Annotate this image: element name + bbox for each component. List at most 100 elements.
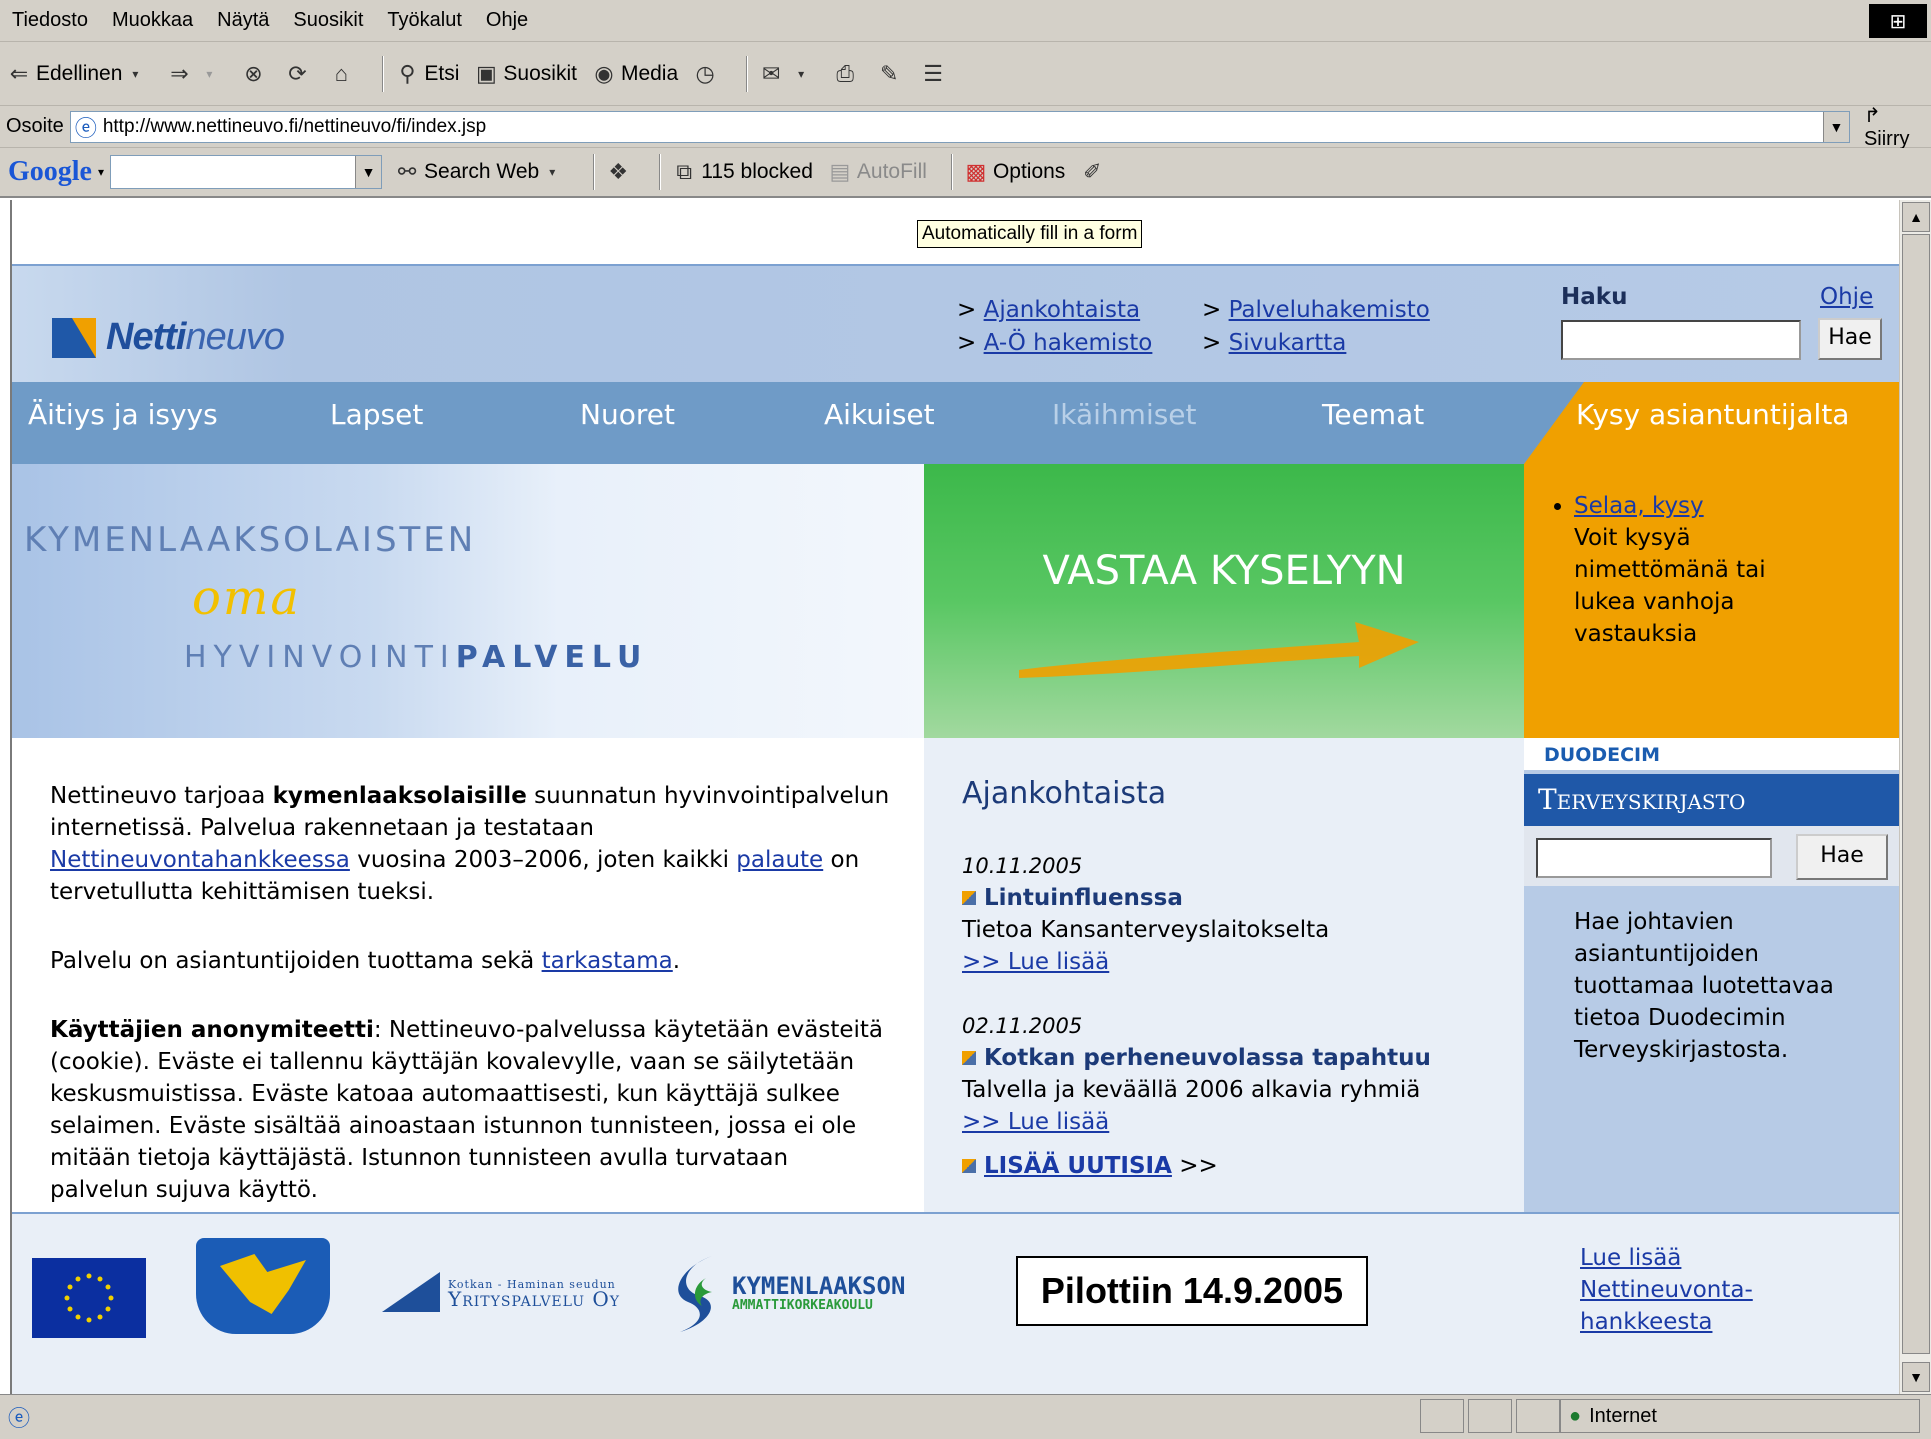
refresh-button[interactable]: ⟳: [284, 61, 314, 87]
hero-banner: KYMENLAAKSOLAISTEN oma HYVINVOINTIPALVEL…: [12, 464, 924, 738]
chevron-down-icon[interactable]: ▾: [98, 165, 104, 179]
menu-edit[interactable]: Muokkaa: [112, 9, 193, 32]
more-news-link[interactable]: LISÄÄ UUTISIA: [984, 1153, 1172, 1179]
go-label: Siirry: [1863, 127, 1910, 150]
kotka-hamina-logo: Kotkan - Haminan seudun Yrityspalvelu Oy: [382, 1272, 620, 1312]
arrow-icon: [1019, 622, 1419, 678]
menu-tools[interactable]: Työkalut: [387, 9, 461, 32]
link-palveluhakemisto[interactable]: Palveluhakemisto: [1229, 297, 1430, 323]
popup-blocker-button[interactable]: ⧉ 115 blocked: [671, 159, 813, 185]
back-label: Edellinen: [36, 61, 123, 85]
help-link[interactable]: Ohje: [1820, 284, 1873, 310]
menu-favorites[interactable]: Suosikit: [293, 9, 363, 32]
site-header: Netti neuvo > Ajankohtaista > A-Ö hakemis…: [12, 264, 1899, 382]
terveyskirjasto-title[interactable]: Terveyskirjasto: [1524, 774, 1899, 826]
news-column: Ajankohtaista 10.11.2005 Lintuinfluenssa…: [924, 738, 1524, 1212]
link-tarkastama[interactable]: tarkastama: [542, 948, 673, 974]
menu-help[interactable]: Ohje: [486, 9, 528, 32]
terveyskirjasto-search-button[interactable]: Hae: [1796, 834, 1888, 880]
link-ajankohtaista[interactable]: Ajankohtaista: [984, 297, 1141, 323]
forward-arrow-icon: ⇒: [170, 60, 189, 86]
nav-lapset[interactable]: Lapset: [330, 398, 423, 431]
options-button[interactable]: ▩ Options: [963, 159, 1066, 185]
menu-view[interactable]: Näytä: [217, 9, 269, 32]
history-button[interactable]: ◷: [692, 61, 722, 87]
go-button[interactable]: ↱ Siirry: [1864, 103, 1931, 151]
amk-big-text: KYMENLAAKSON: [732, 1272, 906, 1300]
chevron-down-icon: ▾: [549, 165, 556, 179]
link-nettineuvontahanke[interactable]: Nettineuvontahankkeessa: [50, 847, 350, 873]
site-search-button[interactable]: Hae: [1818, 318, 1882, 360]
favorites-button[interactable]: ▣ Suosikit: [473, 61, 577, 87]
globe-icon: ●: [1569, 1404, 1582, 1427]
ie-status-icon: ⓔ: [8, 1406, 31, 1431]
kymenlaakso-amk-logo: KYMENLAAKSON AMMATTIKORKEAKOULU: [672, 1256, 905, 1332]
browse-ask-link[interactable]: Selaa, kysy: [1574, 493, 1704, 519]
stop-button[interactable]: ⊗: [240, 61, 270, 87]
search-button[interactable]: ⚲ Etsi: [394, 61, 459, 87]
news-title[interactable]: Kotkan perheneuvolassa tapahtuu: [984, 1045, 1431, 1071]
nav-aitiys-ja-isyys[interactable]: Äitiys ja isyys: [28, 398, 218, 431]
ask-expert-tab[interactable]: Kysy asiantuntijalta: [1524, 382, 1899, 464]
search-web-button[interactable]: ⚯ Search Web ▾: [394, 159, 569, 185]
news-button[interactable]: ❖: [605, 159, 635, 185]
link-a-o-hakemisto[interactable]: A-Ö hakemisto: [984, 330, 1153, 356]
google-toolbar: Google ▾ ▼ ⚯ Search Web ▾ ❖ ⧉ 115 blocke…: [0, 148, 1931, 198]
menu-file[interactable]: Tiedosto: [12, 9, 88, 32]
scroll-down-icon[interactable]: ▼: [1902, 1362, 1930, 1392]
vertical-scrollbar[interactable]: ▲ ▼: [1899, 200, 1931, 1394]
ask-box-text: Voit kysyä nimettömänä tai lukea vanhoja…: [1574, 525, 1766, 647]
news-desc: Tietoa Kansanterveyslaitokselta: [962, 917, 1330, 943]
address-input[interactable]: ⓔ http://www.nettineuvo.fi/nettineuvo/fi…: [69, 110, 1850, 143]
news-title[interactable]: Lintuinfluenssa: [984, 885, 1183, 911]
edit-button[interactable]: ✎: [876, 61, 906, 87]
survey-label: VASTAA KYSELYYN: [1042, 548, 1406, 594]
highlight-button[interactable]: ✐: [1079, 159, 1109, 185]
logo-text-light: neuvo: [185, 316, 285, 358]
nettineuvo-logo[interactable]: Netti neuvo: [52, 316, 285, 359]
read-more-link[interactable]: >> Lue lisää: [962, 1109, 1109, 1135]
more-news-arrows: >>: [1179, 1153, 1218, 1179]
google-logo[interactable]: Google: [8, 156, 92, 188]
home-icon: ⌂: [334, 60, 349, 86]
news-item: 02.11.2005 Kotkan perheneuvolassa tapaht…: [962, 1010, 1431, 1138]
intro-p1-c: vuosina 2003–2006, joten kaikki: [349, 847, 737, 873]
link-palaute[interactable]: palaute: [736, 847, 823, 873]
address-label: Osoite: [6, 115, 64, 137]
address-dropdown-icon[interactable]: ▼: [1822, 111, 1849, 142]
media-button[interactable]: ◉ Media: [591, 61, 678, 87]
mail-button[interactable]: ✉ ▾: [758, 61, 818, 87]
home-button[interactable]: ⌂: [328, 61, 358, 87]
ask-box: Selaa, kysy Voit kysyä nimettömänä tai lu…: [1524, 464, 1899, 738]
forward-button[interactable]: ⇒ ▾: [166, 61, 226, 87]
favorites-label: Suosikit: [503, 61, 577, 85]
banner-line3-a: HYVINVOINTI: [184, 640, 456, 675]
ie-page-icon: ⓔ: [74, 115, 97, 141]
duodecim-brand: DUODECIM: [1524, 738, 1899, 770]
chevron-down-icon[interactable]: ▾: [122, 61, 148, 87]
options-icon: ▩: [965, 159, 987, 184]
read-more-link[interactable]: >> Lue lisää: [962, 949, 1109, 975]
nav-ikaihmiset[interactable]: Ikäihmiset: [1052, 398, 1197, 431]
nav-nuoret[interactable]: Nuoret: [580, 398, 675, 431]
back-button[interactable]: ⇐ Edellinen ▾: [6, 61, 152, 87]
autofill-button[interactable]: ▤ AutoFill: [827, 159, 927, 185]
top-links-col1: > Ajankohtaista > A-Ö hakemisto: [957, 297, 1153, 356]
link-sivukartta[interactable]: Sivukartta: [1229, 330, 1347, 356]
popup-blocker-icon: ⧉: [676, 159, 693, 184]
scroll-thumb[interactable]: [1902, 234, 1930, 1354]
discuss-button[interactable]: ☰: [920, 61, 950, 87]
site-footer: Kotkan - Haminan seudun Yrityspalvelu Oy…: [12, 1212, 1899, 1394]
google-search-input[interactable]: ▼: [110, 155, 383, 189]
scroll-up-icon[interactable]: ▲: [1902, 202, 1930, 232]
google-dropdown-icon[interactable]: ▼: [355, 156, 382, 188]
print-button[interactable]: ⎙: [832, 61, 862, 87]
nav-aikuiset[interactable]: Aikuiset: [824, 398, 935, 431]
terveyskirjasto-input[interactable]: [1536, 838, 1772, 878]
amk-logo-icon: [678, 1256, 712, 1332]
project-info-link[interactable]: Lue lisää Nettineuvonta- hankkeesta: [1580, 1242, 1753, 1338]
site-search-input[interactable]: [1561, 320, 1801, 360]
survey-banner[interactable]: VASTAA KYSELYYN: [924, 464, 1524, 738]
back-arrow-icon: ⇐: [9, 60, 29, 86]
nav-teemat[interactable]: Teemat: [1322, 398, 1424, 431]
